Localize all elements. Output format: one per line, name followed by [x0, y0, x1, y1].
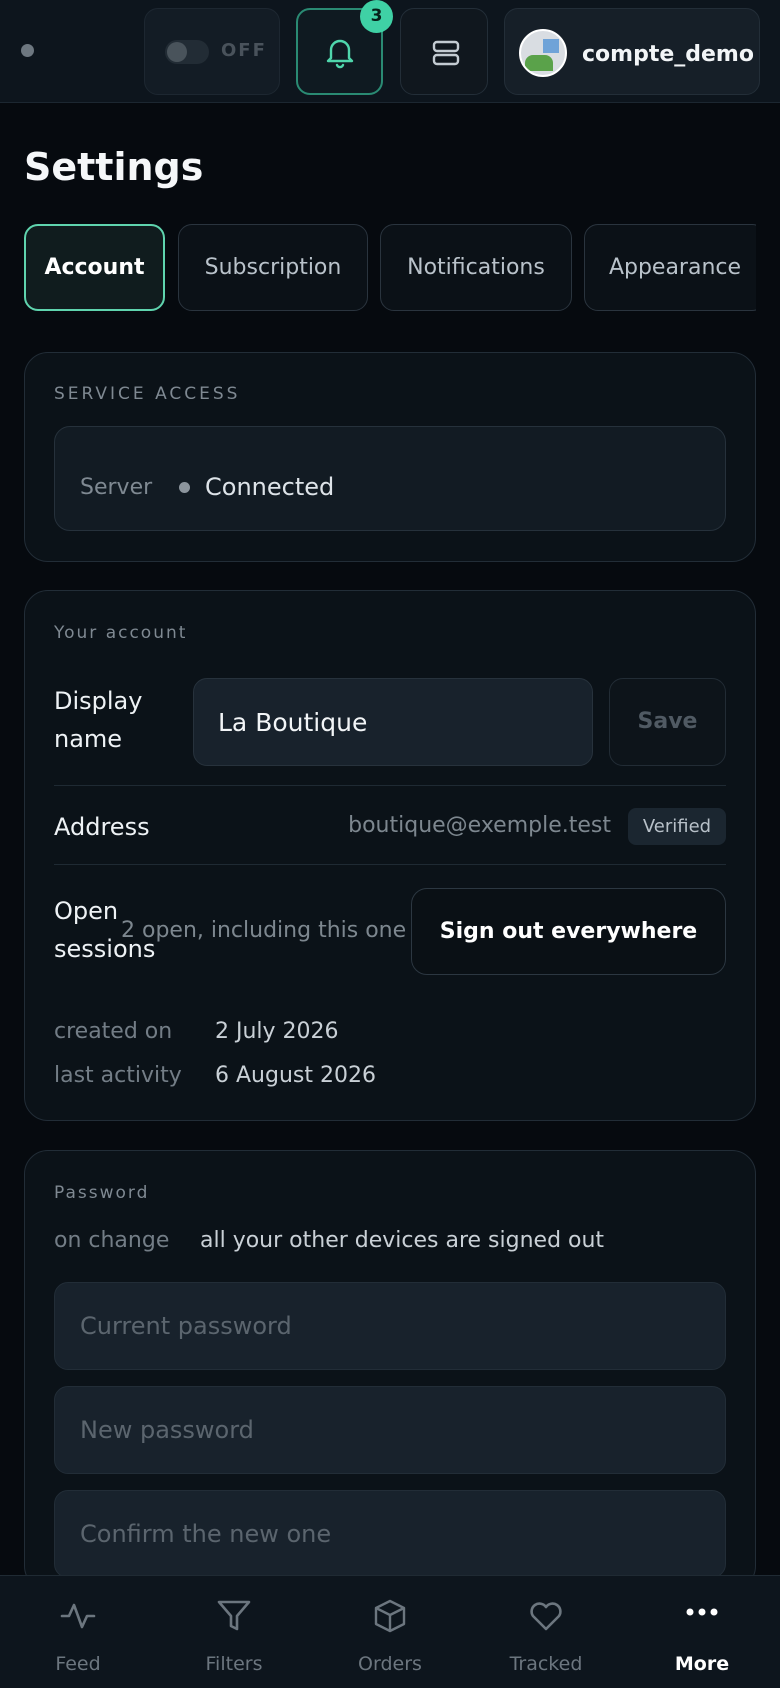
nav-feed-label: Feed: [55, 1653, 101, 1675]
last-activity-label: last activity: [54, 1063, 182, 1088]
display-name-label: Display name: [54, 687, 143, 753]
confirm-password-input[interactable]: [54, 1490, 726, 1578]
password-card: Password on change all your other device…: [24, 1150, 756, 1590]
server-button[interactable]: [400, 8, 488, 95]
bell-icon: [326, 39, 354, 69]
server-status-row: Server Connected: [54, 426, 726, 531]
created-on-label: created on: [54, 1019, 173, 1044]
heart-icon: [530, 1602, 562, 1631]
nav-filters[interactable]: Filters: [156, 1576, 312, 1688]
service-access-heading: SERVICE ACCESS: [54, 384, 241, 404]
toggle-label: OFF: [221, 40, 267, 61]
service-access-card: SERVICE ACCESS Server Connected: [24, 352, 756, 562]
notification-count-badge: 3: [360, 0, 393, 33]
settings-tabs: Account Subscription Notifications Appea…: [24, 224, 756, 312]
nav-orders-label: Orders: [358, 1653, 422, 1675]
display-name-input[interactable]: [193, 678, 593, 766]
last-activity-value: 6 August 2026: [215, 1063, 376, 1088]
live-toggle[interactable]: OFF: [144, 8, 280, 95]
top-bar: OFF 3 compte_demo: [0, 0, 780, 103]
bottom-navigation: Feed Filters Orders Tracked More: [0, 1575, 780, 1688]
nav-tracked-label: Tracked: [509, 1653, 583, 1675]
avatar-image-sky: [543, 39, 559, 53]
verified-badge: Verified: [628, 808, 726, 845]
server-icon: [432, 40, 460, 66]
connection-status-dot: [21, 44, 34, 57]
account-heading: Your account: [54, 623, 188, 643]
filter-icon: [217, 1600, 251, 1631]
toggle-knob: [167, 42, 187, 62]
nav-orders[interactable]: Orders: [312, 1576, 468, 1688]
account-card: Your account Display name Save Address b…: [24, 590, 756, 1121]
sessions-note: 2 open, including this one: [121, 918, 407, 943]
nav-more[interactable]: More: [624, 1576, 780, 1688]
tab-notifications[interactable]: Notifications: [380, 224, 572, 311]
tab-appearance[interactable]: Appearance: [584, 224, 756, 311]
toggle-track[interactable]: [165, 40, 209, 64]
password-heading: Password: [54, 1183, 150, 1203]
nav-tracked[interactable]: Tracked: [468, 1576, 624, 1688]
more-icon: [686, 1608, 718, 1616]
box-icon: [374, 1599, 406, 1633]
server-label: Server: [80, 475, 153, 500]
created-on-value: 2 July 2026: [215, 1019, 339, 1044]
address-value: boutique@exemple.test: [348, 813, 611, 838]
new-password-input[interactable]: [54, 1386, 726, 1474]
password-note-label: on change: [54, 1228, 170, 1253]
nav-more-label: More: [674, 1653, 730, 1675]
sign-out-everywhere-button[interactable]: Sign out everywhere: [411, 888, 726, 975]
activity-icon: [60, 1603, 96, 1629]
page-title: Settings: [24, 145, 204, 189]
current-password-input[interactable]: [54, 1282, 726, 1370]
server-status: Connected: [205, 473, 335, 501]
server-status-dot: [179, 482, 190, 493]
username: compte_demo: [582, 42, 754, 67]
avatar: [519, 29, 567, 77]
address-label: Address: [54, 813, 150, 841]
save-button[interactable]: Save: [609, 678, 726, 766]
password-note-value: all your other devices are signed out: [200, 1228, 605, 1253]
tab-account[interactable]: Account: [24, 224, 165, 311]
divider: [54, 864, 726, 865]
divider: [54, 785, 726, 786]
user-menu-button[interactable]: compte_demo: [504, 8, 760, 95]
nav-filters-label: Filters: [205, 1653, 263, 1675]
nav-feed[interactable]: Feed: [0, 1576, 156, 1688]
avatar-image-hill: [525, 55, 553, 71]
tab-subscription[interactable]: Subscription: [178, 224, 368, 311]
